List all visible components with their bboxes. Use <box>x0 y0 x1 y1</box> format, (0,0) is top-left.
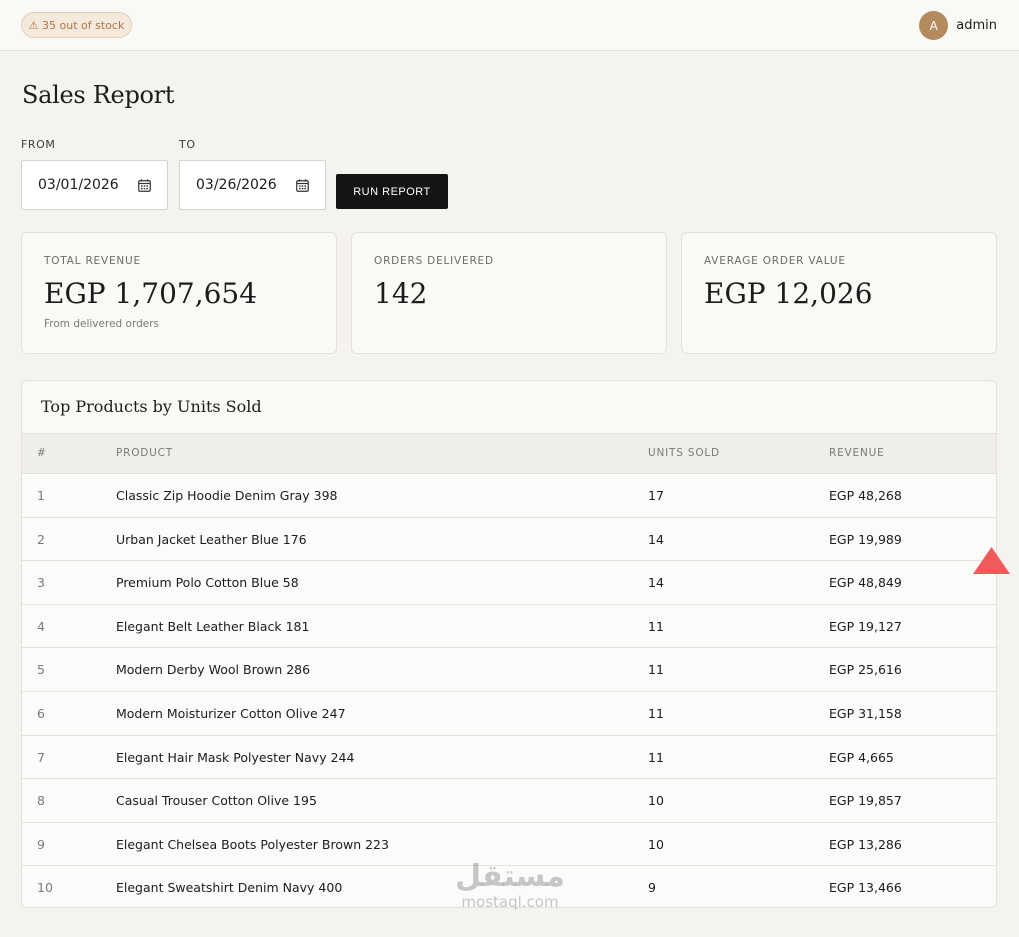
units-cell: 10 <box>648 836 664 852</box>
run-report-button[interactable]: RUN REPORT <box>336 174 448 209</box>
to-label: TO <box>179 138 196 151</box>
column-header-units-sold: UNITS SOLD <box>648 447 720 459</box>
column-header-rank: # <box>37 447 47 459</box>
avatar-initial: A <box>929 18 938 33</box>
top-bar: ⚠ 35 out of stock A admin <box>0 0 1019 51</box>
out-of-stock-badge[interactable]: ⚠ 35 out of stock <box>21 12 132 38</box>
product-cell: Elegant Chelsea Boots Polyester Brown 22… <box>116 836 389 852</box>
revenue-cell: EGP 19,857 <box>829 793 902 809</box>
card-value: EGP 12,026 <box>704 277 873 310</box>
product-cell: Modern Moisturizer Cotton Olive 247 <box>116 705 346 721</box>
product-cell: Modern Derby Wool Brown 286 <box>116 662 311 678</box>
card-label: TOTAL REVENUE <box>44 255 141 267</box>
rank-cell: 3 <box>37 575 45 591</box>
rank-cell: 7 <box>37 749 45 765</box>
column-header-revenue: REVENUE <box>829 447 885 459</box>
orders-delivered-card: ORDERS DELIVERED 142 <box>351 232 667 354</box>
units-cell: 17 <box>648 488 664 503</box>
rank-cell: 6 <box>37 705 45 721</box>
table-header: # PRODUCT UNITS SOLD REVENUE <box>22 433 996 474</box>
average-order-value-card: AVERAGE ORDER VALUE EGP 12,026 <box>681 232 997 354</box>
product-cell: Urban Jacket Leather Blue 176 <box>116 531 307 547</box>
user-menu[interactable]: A admin <box>919 11 997 40</box>
units-cell: 11 <box>648 705 664 721</box>
table-row[interactable]: 6 Modern Moisturizer Cotton Olive 247 11 EG… <box>22 691 996 736</box>
watermark-arabic: مستقل <box>455 859 565 894</box>
units-cell: 11 <box>648 662 664 678</box>
top-products-table: Top Products by Units Sold # PRODUCT UNI… <box>21 380 997 908</box>
rank-cell: 8 <box>37 793 45 809</box>
units-cell: 14 <box>648 575 664 591</box>
revenue-cell: EGP 48,268 <box>829 488 902 503</box>
rank-cell: 5 <box>37 662 45 678</box>
to-date-input[interactable]: 03/26/2026 <box>179 160 326 210</box>
table-body: 1 Classic Zip Hoodie Denim Gray 398 17 EGP … <box>22 474 996 907</box>
product-cell: Elegant Hair Mask Polyester Navy 244 <box>116 749 355 765</box>
table-row[interactable]: 1 Classic Zip Hoodie Denim Gray 398 17 EGP … <box>22 474 996 518</box>
table-row[interactable]: 5 Modern Derby Wool Brown 286 11 EGP 25,616 <box>22 648 996 692</box>
units-cell: 11 <box>648 618 664 634</box>
revenue-cell: EGP 13,466 <box>829 880 902 896</box>
watermark-latin: mostaql.com <box>461 893 559 911</box>
revenue-cell: EGP 48,849 <box>829 575 902 591</box>
page-title: Sales Report <box>22 81 175 109</box>
revenue-cell: EGP 31,158 <box>829 705 902 721</box>
stock-alert-text: ⚠ 35 out of stock <box>28 18 125 32</box>
avatar[interactable]: A <box>919 11 949 40</box>
card-value: EGP 1,707,654 <box>44 277 258 310</box>
units-cell: 14 <box>648 531 664 547</box>
rank-cell: 1 <box>37 488 45 503</box>
arrow-up-icon[interactable] <box>973 547 1010 575</box>
product-cell: Elegant Belt Leather Black 181 <box>116 618 310 634</box>
card-label: ORDERS DELIVERED <box>374 255 494 267</box>
revenue-cell: EGP 19,127 <box>829 618 902 634</box>
to-date-value: 03/26/2026 <box>196 177 277 193</box>
product-cell: Premium Polo Cotton Blue 58 <box>116 575 299 591</box>
card-value: 142 <box>374 277 428 310</box>
card-subtitle: From delivered orders <box>44 318 160 330</box>
rank-cell: 2 <box>37 531 45 547</box>
table-row[interactable]: 8 Casual Trouser Cotton Olive 195 10 EGP 19… <box>22 779 996 823</box>
units-cell: 11 <box>648 749 664 765</box>
table-row[interactable]: 7 Elegant Hair Mask Polyester Navy 244 11 E… <box>22 735 996 780</box>
username[interactable]: admin <box>956 18 997 33</box>
from-date-input[interactable]: 03/01/2026 <box>21 160 168 210</box>
from-date-value: 03/01/2026 <box>38 177 119 193</box>
table-title: Top Products by Units Sold <box>41 397 262 416</box>
from-label: FROM <box>21 138 56 151</box>
product-cell: Casual Trouser Cotton Olive 195 <box>116 793 317 809</box>
revenue-cell: EGP 25,616 <box>829 662 902 678</box>
card-label: AVERAGE ORDER VALUE <box>704 255 846 267</box>
revenue-cell: EGP 4,665 <box>829 749 894 765</box>
watermark-logo: مستقل mostaql.com <box>448 860 572 920</box>
rank-cell: 9 <box>37 836 45 852</box>
total-revenue-card: TOTAL REVENUE EGP 1,707,654 From deliver… <box>21 232 337 354</box>
rank-cell: 10 <box>37 880 53 896</box>
table-row[interactable]: 4 Elegant Belt Leather Black 181 11 EGP 19,… <box>22 604 996 649</box>
revenue-cell: EGP 19,989 <box>829 531 902 547</box>
calendar-icon[interactable] <box>296 179 309 192</box>
units-cell: 10 <box>648 793 664 809</box>
rank-cell: 4 <box>37 618 45 634</box>
revenue-cell: EGP 13,286 <box>829 836 902 852</box>
product-cell: Elegant Sweatshirt Denim Navy 400 <box>116 880 343 896</box>
column-header-product: PRODUCT <box>116 447 174 459</box>
units-cell: 9 <box>648 880 656 896</box>
product-cell: Classic Zip Hoodie Denim Gray 398 <box>116 488 338 503</box>
calendar-icon[interactable] <box>138 179 151 192</box>
table-row[interactable]: 3 Premium Polo Cotton Blue 58 14 EGP 48,849 <box>22 561 996 605</box>
table-row[interactable]: 2 Urban Jacket Leather Blue 176 14 EGP 19,9… <box>22 517 996 562</box>
